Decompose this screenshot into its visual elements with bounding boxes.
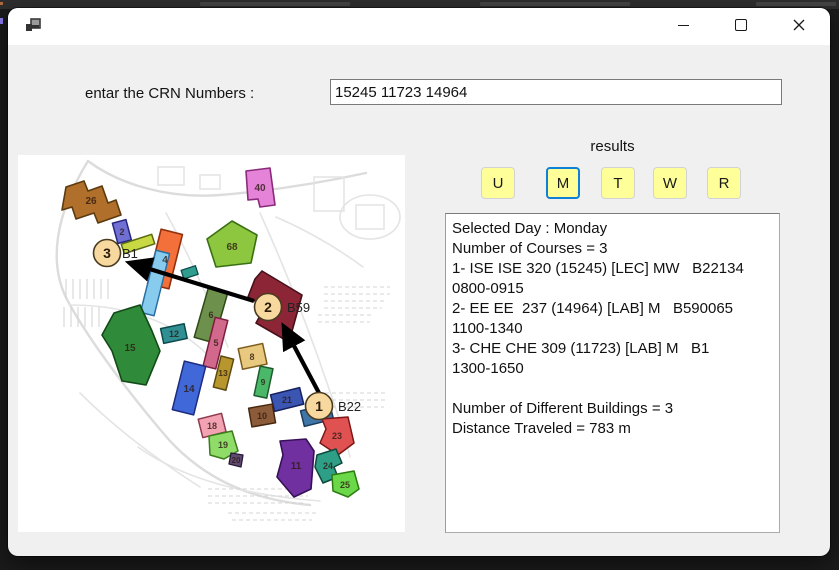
svg-text:23: 23	[332, 431, 342, 441]
svg-text:13: 13	[218, 368, 228, 378]
building-small-teal	[181, 266, 198, 279]
result-line: 2- EE EE 237 (14964) [LAB] M B590065	[452, 299, 773, 319]
close-icon	[793, 19, 805, 31]
svg-text:9: 9	[261, 377, 266, 387]
svg-text:14: 14	[183, 384, 195, 395]
results-textbox[interactable]: Selected Day : Monday Number of Courses …	[445, 213, 780, 533]
app-icon[interactable]	[24, 16, 42, 34]
result-line: 0800-0915	[452, 279, 773, 299]
map-label-b1: B1	[122, 246, 138, 261]
maximize-button[interactable]	[718, 8, 764, 42]
result-line: Number of Different Buildings = 3	[452, 399, 773, 419]
svg-text:4: 4	[162, 255, 168, 266]
result-line: 3- CHE CHE 309 (11723) [LAB] M B1	[452, 339, 773, 359]
background-edge-accent	[0, 2, 3, 5]
background-tab-fragment	[480, 2, 630, 6]
minimize-button[interactable]	[660, 8, 706, 42]
map-label-b59: B59	[287, 300, 310, 315]
close-button[interactable]	[776, 8, 822, 42]
background-tab-fragment	[756, 2, 836, 6]
result-line: 1- ISE ISE 320 (15245) [LEC] MW B22134	[452, 259, 773, 279]
day-button-w[interactable]: W	[653, 167, 687, 199]
svg-text:10: 10	[257, 411, 267, 421]
svg-text:19: 19	[218, 440, 228, 450]
day-button-r[interactable]: R	[707, 167, 741, 199]
svg-text:20: 20	[232, 456, 241, 465]
map-label-b22: B22	[338, 399, 361, 414]
svg-text:21: 21	[282, 395, 292, 405]
maximize-icon	[735, 19, 747, 31]
svg-text:12: 12	[169, 329, 179, 339]
svg-text:2: 2	[264, 299, 272, 315]
titlebar	[8, 8, 830, 45]
day-button-m[interactable]: M	[546, 167, 580, 199]
campus-map: 26 40 2 4 68 6 5 12 15 14 13 8 9 21 10 1…	[18, 155, 405, 532]
result-line: Distance Traveled = 783 m	[452, 419, 773, 439]
desktop: { "form": { "crn_label": "entar the CRN …	[0, 0, 839, 570]
result-line: 1100-1340	[452, 319, 773, 339]
background-edge-accent	[0, 18, 3, 24]
result-line: Number of Courses = 3	[452, 239, 773, 259]
result-line: Selected Day : Monday	[452, 219, 773, 239]
map-buildings	[62, 168, 359, 497]
svg-text:24: 24	[323, 461, 333, 471]
marker-stop-3: 3	[94, 240, 121, 267]
results-caption: results	[445, 138, 780, 155]
background-tab-fragment	[200, 2, 350, 6]
svg-text:3: 3	[103, 245, 111, 261]
result-line: 1300-1650	[452, 359, 773, 379]
svg-text:5: 5	[213, 338, 218, 348]
crn-input[interactable]	[330, 79, 782, 105]
svg-text:26: 26	[85, 196, 97, 207]
svg-text:18: 18	[207, 421, 217, 431]
svg-text:1: 1	[315, 398, 323, 414]
day-button-t[interactable]: T	[601, 167, 635, 199]
svg-text:15: 15	[124, 343, 136, 354]
svg-text:2: 2	[119, 227, 124, 237]
minimize-icon	[678, 25, 689, 26]
day-button-u[interactable]: U	[481, 167, 515, 199]
route-arrow-1-to-2	[284, 327, 319, 393]
app-window: entar the CRN Numbers : results U M T W …	[8, 8, 830, 556]
crn-label: entar the CRN Numbers :	[85, 85, 254, 102]
svg-text:6: 6	[208, 310, 213, 320]
svg-text:25: 25	[340, 480, 350, 490]
svg-text:40: 40	[254, 183, 266, 194]
result-line	[452, 379, 773, 399]
svg-text:68: 68	[226, 242, 238, 253]
campus-map-image: 26 40 2 4 68 6 5 12 15 14 13 8 9 21 10 1…	[18, 155, 405, 532]
svg-text:8: 8	[249, 352, 254, 362]
svg-text:11: 11	[291, 461, 302, 472]
